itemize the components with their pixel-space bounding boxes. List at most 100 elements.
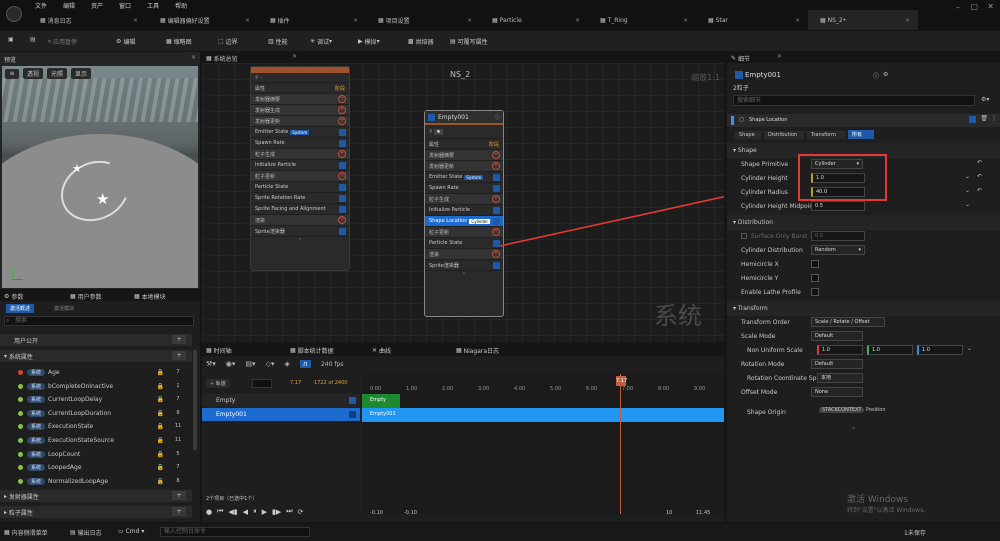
parameter-item[interactable]: 系统 CurrentLoopDelay 7 🔒 xyxy=(0,393,192,406)
more-icon[interactable]: ⋮ xyxy=(991,115,997,122)
unreal-logo[interactable] xyxy=(6,6,22,22)
scale-mode-dropdown[interactable]: Default xyxy=(811,331,863,341)
rotation-mode-dropdown[interactable]: Default xyxy=(811,359,863,369)
reset-icon[interactable]: ↶ xyxy=(977,159,982,166)
menu-item[interactable]: 帮助 xyxy=(175,1,187,10)
tab-active-overview[interactable]: 激活概述 xyxy=(6,304,35,313)
subtab-all[interactable]: 所有 xyxy=(848,130,874,139)
menu-item[interactable]: 编辑 xyxy=(63,1,75,10)
sequencer-area[interactable]: 0.00 1.00 2.00 3.00 4.00 5.00 6.00 7.00 8.00 9.00… xyxy=(362,374,744,514)
tab-curves[interactable]: ✕ 曲线 xyxy=(372,346,391,355)
module-enable-checkbox[interactable] xyxy=(969,116,976,123)
document-tab[interactable]: ▦ Particle ✕ xyxy=(480,10,588,30)
section-transform[interactable]: ▾ Transform xyxy=(727,301,1000,316)
unsaved-status[interactable]: 1未保存 xyxy=(904,528,926,537)
transform-order-dropdown[interactable]: Scale / Rotate / Offset xyxy=(811,317,885,327)
menu-item[interactable]: 工具 xyxy=(147,1,159,10)
key-tool-icon[interactable]: ⚒▾ xyxy=(206,360,216,368)
params-search-input[interactable]: 搜索 xyxy=(4,316,194,326)
parameter-item[interactable]: 系统 CurrentLoopDuration 9 🔒 xyxy=(0,407,192,420)
section-system-attributes[interactable]: ▾ 系统属性 + xyxy=(0,350,192,362)
emitter-enable-checkbox[interactable] xyxy=(735,71,743,79)
add-track-button[interactable]: + 轨道 xyxy=(206,379,230,388)
close-window-button[interactable]: ✕ xyxy=(987,2,994,11)
document-tab[interactable]: ▦ 插件 ✕ xyxy=(258,10,366,30)
simulate-button[interactable]: ▶ 模拟 ▾ xyxy=(358,37,380,46)
cylinder-height-midpoint-input[interactable]: 0.5 xyxy=(811,201,865,211)
scale-z-input[interactable]: 1.0 xyxy=(917,345,963,355)
subtab-shape[interactable]: Shape xyxy=(735,130,761,139)
settings-icon[interactable]: ⚙▾ xyxy=(981,96,989,103)
magnet-icon[interactable]: ∩ xyxy=(299,360,311,368)
pause-icon[interactable]: ⏸ xyxy=(253,507,257,516)
chevron-down-icon[interactable]: ⌄ xyxy=(967,345,972,352)
scale-x-input[interactable]: 1.0 xyxy=(817,345,863,355)
document-tab[interactable]: ▦ Star ✕ xyxy=(696,10,808,30)
cylinder-distribution-dropdown[interactable]: Random ▾ xyxy=(811,245,865,255)
close-icon[interactable]: ✕ xyxy=(191,54,196,61)
menu-item[interactable]: 资产 xyxy=(91,1,103,10)
track-row-empty[interactable]: Empty xyxy=(202,394,360,407)
close-icon[interactable]: ✕ xyxy=(133,17,138,24)
tab-user-parameters[interactable]: ▦ 用户参数 xyxy=(70,292,102,301)
parameter-item[interactable]: 系统 ExecutionStateSource 11 🔒 xyxy=(0,434,192,447)
maximize-button[interactable]: ▢ xyxy=(970,2,978,11)
playhead[interactable] xyxy=(620,374,621,514)
output-log-button[interactable]: ▤ 输出日志 xyxy=(70,528,102,537)
overridable-properties-button[interactable]: ▤ 可覆写属性 xyxy=(450,37,488,46)
info-icon[interactable]: ⓘ xyxy=(873,71,879,80)
track-search-input[interactable] xyxy=(252,379,272,388)
parameter-item[interactable]: 系统 LoopedAge 7 🔒 xyxy=(0,461,192,474)
document-tab[interactable]: ▦ NS_2• ✕ xyxy=(808,10,918,30)
performance-button[interactable]: ▥ 性能 xyxy=(268,37,288,46)
hemicircle-y-checkbox[interactable] xyxy=(811,274,819,282)
prev-key-icon[interactable]: ◀▮ xyxy=(228,508,237,516)
play-icon[interactable]: ▶ xyxy=(262,508,267,516)
baker-button[interactable]: ▩ 烘焙器 xyxy=(408,37,434,46)
perspective-button[interactable]: 透视 xyxy=(23,68,44,79)
playhead-handle[interactable]: 7.17 xyxy=(616,376,627,386)
close-icon[interactable]: ✕ xyxy=(467,17,472,24)
scrollbar[interactable] xyxy=(193,350,197,450)
document-tab[interactable]: ▦ 编辑器偏好设置 ✕ xyxy=(148,10,258,30)
tab-niagara-log[interactable]: ▦ Niagara日志 xyxy=(456,346,499,355)
browse-icon[interactable]: ▤ xyxy=(30,36,36,43)
subtab-transform[interactable]: Transform xyxy=(807,130,845,139)
parameter-item[interactable]: 系统 LoopCount 5 🔒 xyxy=(0,448,192,461)
thumbnail-button[interactable]: ▦ 缩略图 xyxy=(166,37,192,46)
chevron-down-icon[interactable]: ⌄ xyxy=(965,201,970,208)
section-distribution[interactable]: ▾ Distribution xyxy=(727,215,1000,230)
lighting-button[interactable]: 光照 xyxy=(47,68,68,79)
document-tab[interactable]: ▦ 消息日志 ✕ xyxy=(28,10,146,30)
document-tab[interactable]: ▦ T_Ring ✕ xyxy=(588,10,696,30)
compile-button[interactable]: ⚙ 编辑 xyxy=(116,37,135,46)
tab-timeline[interactable]: ▦ 时间轴 xyxy=(206,346,232,355)
trash-icon[interactable]: 🗑 xyxy=(980,115,988,122)
preview-viewport[interactable]: ★ ★ xyxy=(2,66,198,288)
minimize-button[interactable]: – xyxy=(956,3,960,12)
skip-end-icon[interactable]: ⏭ xyxy=(286,507,292,516)
subtab-distribution[interactable]: Distribution xyxy=(764,130,804,139)
tab-local-modules[interactable]: ▦ 本地模块 xyxy=(134,292,166,301)
menu-icon[interactable]: ≡ xyxy=(5,68,19,79)
filter-icon[interactable]: ▤▾ xyxy=(245,360,255,368)
section-emitter-attributes[interactable]: ▸ 发射器属性 + xyxy=(0,490,192,502)
close-icon[interactable]: ✕ xyxy=(683,17,688,24)
parameter-item[interactable]: 系统 bCompleteOnInactive 1 🔒 xyxy=(0,380,192,393)
empty001-track-block[interactable]: Empty001 xyxy=(362,408,724,422)
lathe-profile-checkbox[interactable] xyxy=(811,288,819,296)
debug-button[interactable]: ✳ 调试 ▾ xyxy=(310,37,332,46)
scale-y-input[interactable]: 1.0 xyxy=(867,345,913,355)
skip-start-icon[interactable]: ⏮ xyxy=(217,507,223,516)
view-icon[interactable]: ◉▾ xyxy=(226,360,236,368)
content-drawer-button[interactable]: ▦ 内容侧滑菜单 xyxy=(4,528,48,537)
offset-mode-dropdown[interactable]: None xyxy=(811,387,863,397)
show-button[interactable]: 显示 xyxy=(71,68,92,79)
close-icon[interactable]: ✕ xyxy=(353,17,358,24)
reset-icon[interactable]: ↶ xyxy=(977,187,982,194)
parameter-item[interactable]: 系统 Age 7 🔒 xyxy=(0,366,192,379)
chevron-down-icon[interactable]: ⌄ xyxy=(965,187,970,194)
apply-pause-button[interactable]: ⏸ 应用暂停 xyxy=(48,37,77,47)
tab-parameters[interactable]: ⚙ 参数 xyxy=(4,292,23,301)
reset-icon[interactable]: ↶ xyxy=(977,173,982,180)
